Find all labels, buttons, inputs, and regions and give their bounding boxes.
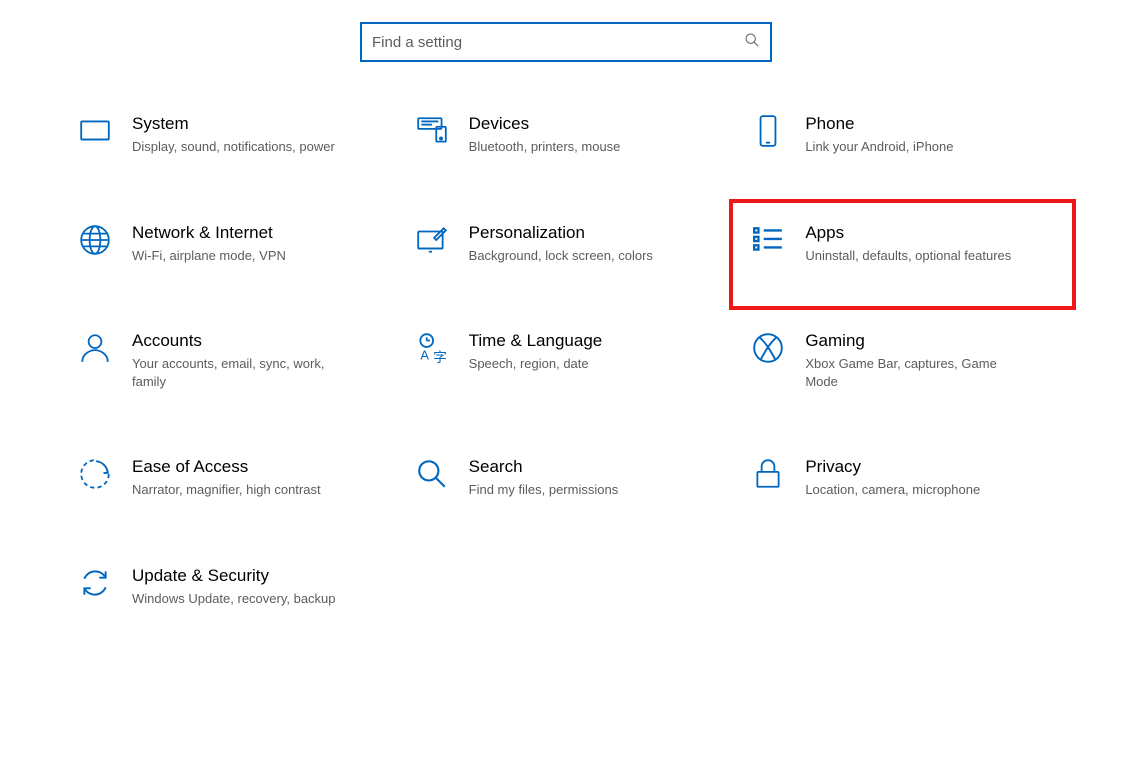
card-privacy[interactable]: Privacy Location, camera, microphone xyxy=(749,455,1056,499)
card-subtitle: Speech, region, date xyxy=(469,355,603,373)
settings-search[interactable] xyxy=(360,22,772,62)
paint-icon xyxy=(413,221,451,259)
lock-icon xyxy=(749,455,787,493)
card-title: Personalization xyxy=(469,223,653,243)
svg-text:A: A xyxy=(420,348,429,363)
card-update-security[interactable]: Update & Security Windows Update, recove… xyxy=(76,564,383,608)
svg-text:字: 字 xyxy=(433,349,447,365)
card-title: Ease of Access xyxy=(132,457,321,477)
card-phone[interactable]: Phone Link your Android, iPhone xyxy=(749,112,1056,156)
card-time-language[interactable]: A字 Time & Language Speech, region, date xyxy=(413,329,720,390)
card-network[interactable]: Network & Internet Wi-Fi, airplane mode,… xyxy=(76,221,383,265)
card-title: System xyxy=(132,114,335,134)
search-category-icon xyxy=(413,455,451,493)
card-subtitle: Uninstall, defaults, optional features xyxy=(805,247,1011,265)
card-subtitle: Bluetooth, printers, mouse xyxy=(469,138,621,156)
card-subtitle: Find my files, permissions xyxy=(469,481,619,499)
card-subtitle: Xbox Game Bar, captures, Game Mode xyxy=(805,355,1015,390)
card-subtitle: Narrator, magnifier, high contrast xyxy=(132,481,321,499)
card-accounts[interactable]: Accounts Your accounts, email, sync, wor… xyxy=(76,329,383,390)
card-title: Phone xyxy=(805,114,953,134)
card-search[interactable]: Search Find my files, permissions xyxy=(413,455,720,499)
card-subtitle: Display, sound, notifications, power xyxy=(132,138,335,156)
card-ease-of-access[interactable]: Ease of Access Narrator, magnifier, high… xyxy=(76,455,383,499)
card-title: Time & Language xyxy=(469,331,603,351)
card-title: Search xyxy=(469,457,619,477)
card-devices[interactable]: Devices Bluetooth, printers, mouse xyxy=(413,112,720,156)
devices-icon xyxy=(413,112,451,150)
card-title: Apps xyxy=(805,223,1011,243)
card-title: Network & Internet xyxy=(132,223,286,243)
settings-grid: System Display, sound, notifications, po… xyxy=(76,112,1056,607)
card-title: Accounts xyxy=(132,331,342,351)
card-system[interactable]: System Display, sound, notifications, po… xyxy=(76,112,383,156)
person-icon xyxy=(76,329,114,367)
card-personalization[interactable]: Personalization Background, lock screen,… xyxy=(413,221,720,265)
card-title: Privacy xyxy=(805,457,980,477)
globe-icon xyxy=(76,221,114,259)
search-icon xyxy=(744,32,760,53)
card-subtitle: Background, lock screen, colors xyxy=(469,247,653,265)
card-subtitle: Link your Android, iPhone xyxy=(805,138,953,156)
ease-of-access-icon xyxy=(76,455,114,493)
card-title: Devices xyxy=(469,114,621,134)
xbox-icon xyxy=(749,329,787,367)
system-icon xyxy=(76,112,114,150)
card-subtitle: Windows Update, recovery, backup xyxy=(132,590,336,608)
card-gaming[interactable]: Gaming Xbox Game Bar, captures, Game Mod… xyxy=(749,329,1056,390)
phone-icon xyxy=(749,112,787,150)
card-subtitle: Location, camera, microphone xyxy=(805,481,980,499)
time-language-icon: A字 xyxy=(413,329,451,367)
card-apps[interactable]: Apps Uninstall, defaults, optional featu… xyxy=(743,213,1062,297)
sync-icon xyxy=(76,564,114,602)
card-subtitle: Your accounts, email, sync, work, family xyxy=(132,355,342,390)
apps-icon xyxy=(749,221,787,259)
card-title: Update & Security xyxy=(132,566,336,586)
card-subtitle: Wi-Fi, airplane mode, VPN xyxy=(132,247,286,265)
search-input[interactable] xyxy=(372,34,744,51)
card-title: Gaming xyxy=(805,331,1015,351)
